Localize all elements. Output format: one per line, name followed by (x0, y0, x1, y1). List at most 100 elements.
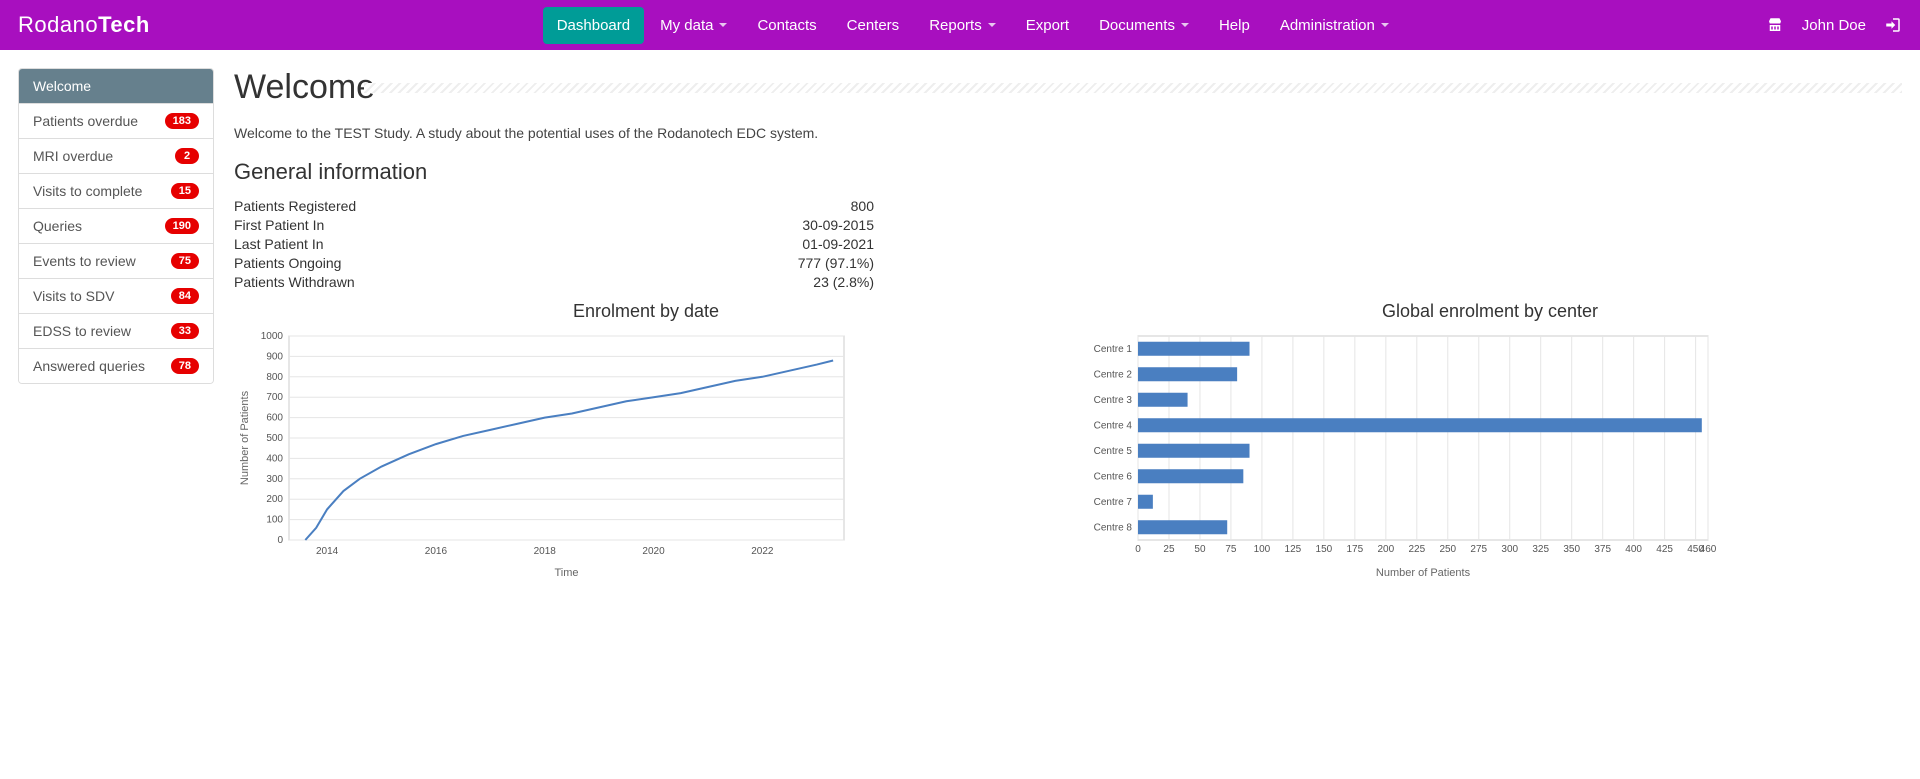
svg-text:0: 0 (1135, 544, 1141, 555)
chevron-down-icon (1181, 23, 1189, 27)
svg-text:500: 500 (266, 433, 283, 444)
svg-text:Centre 2: Centre 2 (1094, 370, 1133, 381)
chevron-down-icon (719, 23, 727, 27)
nav-item-export[interactable]: Export (1012, 3, 1083, 48)
shop-icon[interactable] (1766, 16, 1784, 34)
svg-text:2018: 2018 (534, 546, 557, 557)
svg-text:75: 75 (1225, 544, 1237, 555)
sidebar-item-label: Events to review (33, 253, 136, 269)
svg-text:400: 400 (1625, 544, 1642, 555)
sidebar-item-edss-to-review[interactable]: EDSS to review 33 (19, 314, 213, 349)
info-row: Last Patient In 01-09-2021 (234, 235, 874, 254)
info-value: 777 (97.1%) (798, 254, 874, 273)
sidebar-item-label: Patients overdue (33, 113, 138, 129)
sidebar-item-label: Welcome (33, 78, 91, 94)
svg-text:175: 175 (1347, 544, 1364, 555)
sidebar-item-visits-to-complete[interactable]: Visits to complete 15 (19, 174, 213, 209)
nav-item-dashboard[interactable]: Dashboard (543, 7, 644, 44)
general-info-block: Patients Registered800First Patient In30… (234, 197, 1902, 291)
info-label: Patients Ongoing (234, 254, 341, 273)
svg-text:Number of Patients: Number of Patients (239, 391, 251, 486)
chart-enrolment-by-center: Global enrolment by center 0255075100125… (1078, 301, 1902, 580)
svg-text:375: 375 (1594, 544, 1611, 555)
svg-text:125: 125 (1285, 544, 1302, 555)
sidebar-item-badge: 78 (171, 358, 199, 374)
sidebar-item-badge: 33 (171, 323, 199, 339)
info-row: Patients Registered800 (234, 197, 874, 216)
info-row: Patients Ongoing 777 (97.1%) (234, 254, 874, 273)
svg-text:275: 275 (1470, 544, 1487, 555)
sidebar-item-welcome[interactable]: Welcome (19, 69, 213, 104)
svg-text:800: 800 (266, 372, 283, 383)
info-value: 30-09-2015 (802, 216, 874, 235)
chevron-down-icon (1381, 23, 1389, 27)
svg-text:Centre 7: Centre 7 (1094, 497, 1133, 508)
svg-text:Centre 4: Centre 4 (1094, 421, 1133, 432)
nav-right: John Doe (1766, 16, 1902, 34)
chart1-title: Enrolment by date (234, 301, 1058, 322)
svg-text:50: 50 (1194, 544, 1206, 555)
sidebar-item-queries[interactable]: Queries190 (19, 209, 213, 244)
nav-item-contacts[interactable]: Contacts (743, 3, 830, 48)
svg-text:Centre 3: Centre 3 (1094, 395, 1133, 406)
info-value: 23 (2.8%) (813, 273, 874, 292)
navbar: RodanoTech DashboardMy data Contacts Cente… (0, 0, 1920, 50)
svg-text:100: 100 (1254, 544, 1271, 555)
page-title: Welcome (234, 68, 1902, 107)
svg-text:150: 150 (1316, 544, 1333, 555)
nav-item-label: Help (1219, 17, 1250, 34)
svg-text:1000: 1000 (261, 331, 284, 342)
svg-text:225: 225 (1408, 544, 1425, 555)
svg-text:Centre 6: Centre 6 (1094, 472, 1133, 483)
svg-text:900: 900 (266, 352, 283, 363)
nav-item-help[interactable]: Help (1205, 3, 1264, 48)
logout-icon[interactable] (1884, 16, 1902, 34)
main-content: Welcome Welcome to the TEST Study. A stu… (234, 68, 1902, 580)
svg-text:325: 325 (1532, 544, 1549, 555)
nav-item-documents[interactable]: Documents (1085, 3, 1203, 48)
sidebar-item-label: Visits to SDV (33, 288, 114, 304)
sidebar-item-answered-queries[interactable]: Answered queries 78 (19, 349, 213, 383)
svg-text:Centre 8: Centre 8 (1094, 523, 1133, 534)
svg-text:200: 200 (1377, 544, 1394, 555)
sidebar-item-visits-to-sdv[interactable]: Visits to SDV84 (19, 279, 213, 314)
svg-text:350: 350 (1563, 544, 1580, 555)
info-row: First Patient In30-09-2015 (234, 216, 874, 235)
chart-enrolment-by-date: Enrolment by date 0100200300400500600700… (234, 301, 1058, 580)
nav-item-centers[interactable]: Centers (833, 3, 914, 48)
svg-text:2020: 2020 (642, 546, 665, 557)
nav-item-label: Contacts (757, 17, 816, 34)
svg-text:300: 300 (266, 474, 283, 485)
brand-logo[interactable]: RodanoTech (18, 12, 150, 38)
chevron-down-icon (988, 23, 996, 27)
sidebar-item-events-to-review[interactable]: Events to review75 (19, 244, 213, 279)
info-row: Patients Withdrawn 23 (2.8%) (234, 273, 874, 292)
info-value: 800 (851, 197, 874, 216)
sidebar-item-label: MRI overdue (33, 148, 113, 164)
svg-text:250: 250 (1439, 544, 1456, 555)
sidebar-item-patients-overdue[interactable]: Patients overdue183 (19, 104, 213, 139)
svg-text:Number of Patients: Number of Patients (1376, 567, 1471, 579)
svg-text:100: 100 (266, 515, 283, 526)
brand-part2: Tech (98, 12, 150, 37)
sidebar-item-badge: 15 (171, 183, 199, 199)
nav-item-reports[interactable]: Reports (915, 3, 1010, 48)
sidebar: WelcomePatients overdue183MRI overdue2Vi… (18, 68, 214, 580)
sidebar-item-label: Visits to complete (33, 183, 142, 199)
nav-item-label: Administration (1280, 17, 1375, 34)
sidebar-item-label: Answered queries (33, 358, 145, 374)
svg-text:0: 0 (277, 535, 283, 546)
sidebar-item-label: Queries (33, 218, 82, 234)
svg-text:600: 600 (266, 413, 283, 424)
user-name[interactable]: John Doe (1802, 17, 1866, 34)
nav-item-my-data[interactable]: My data (646, 3, 741, 48)
info-value: 01-09-2021 (802, 235, 874, 254)
nav-item-administration[interactable]: Administration (1266, 3, 1403, 48)
info-label: Patients Withdrawn (234, 273, 355, 292)
sidebar-item-mri-overdue[interactable]: MRI overdue2 (19, 139, 213, 174)
nav-item-label: Export (1026, 17, 1069, 34)
nav-main: DashboardMy data Contacts CentersReports Ex… (180, 3, 1766, 48)
info-label: Last Patient In (234, 235, 324, 254)
sidebar-item-label: EDSS to review (33, 323, 131, 339)
svg-text:Centre 5: Centre 5 (1094, 446, 1133, 457)
